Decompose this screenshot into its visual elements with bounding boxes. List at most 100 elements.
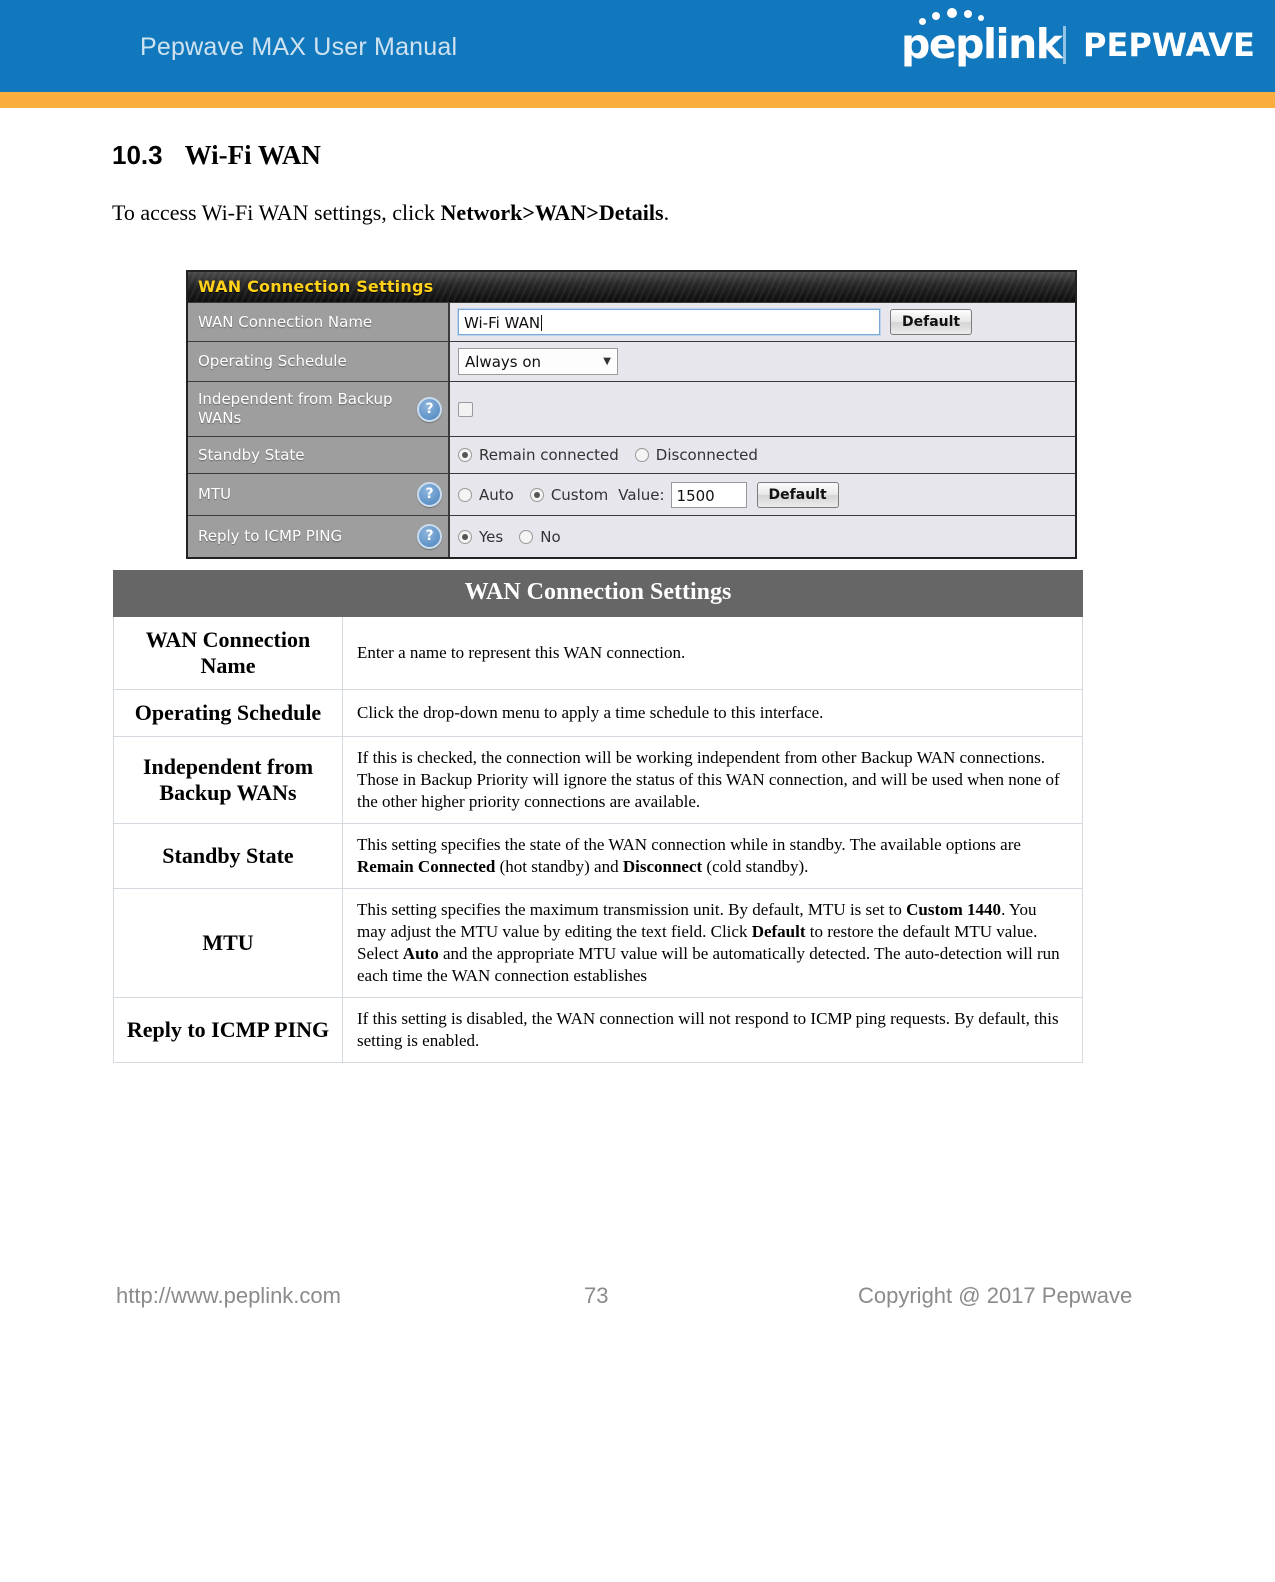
label-reply-to-icmp-ping: Reply to ICMP PING ? — [188, 516, 450, 557]
section-number: 10.3 — [112, 140, 163, 170]
reply-icmp-option-yes[interactable]: Yes — [458, 528, 503, 546]
mtu-option-auto[interactable]: Auto — [458, 486, 514, 504]
value-independent-from-backup-wans — [450, 382, 1075, 436]
desc-standby-state: This setting specifies the state of the … — [342, 823, 1083, 889]
term-mtu: MTU — [113, 888, 343, 998]
help-icon[interactable]: ? — [417, 482, 442, 507]
radio-icon[interactable] — [519, 529, 534, 544]
operating-schedule-selected-value: Always on — [465, 352, 542, 371]
desc-reply-to-icmp-ping: If this setting is disabled, the WAN con… — [342, 997, 1083, 1063]
table-header-row: WAN Connection Settings — [113, 570, 1083, 617]
standby-state-option-disconnected[interactable]: Disconnected — [634, 446, 758, 464]
intro-breadcrumb: Network>WAN>Details — [440, 200, 664, 225]
value-operating-schedule: Always on ▼ — [450, 342, 1075, 381]
term-reply-to-icmp-ping: Reply to ICMP PING — [113, 997, 343, 1063]
reply-icmp-radio-group: Yes No — [458, 528, 577, 546]
label-text: Operating Schedule — [198, 352, 347, 370]
mtu-default-button[interactable]: Default — [756, 481, 839, 508]
wan-connection-settings-panel: WAN Connection Settings WAN Connection N… — [186, 270, 1077, 559]
mtu-option-custom[interactable]: Custom — [529, 485, 609, 504]
value-mtu: Auto Custom Value: 1500 Default — [450, 474, 1075, 515]
row-mtu: MTU ? Auto Custom Value: 1500 Default — [188, 473, 1075, 515]
wan-connection-settings-doc-table: WAN Connection Settings WAN Connection N… — [113, 570, 1083, 1063]
logo-peplink-text: peplink — [901, 20, 1063, 68]
option-label: Auto — [479, 485, 514, 504]
option-label: Disconnected — [655, 446, 758, 464]
radio-icon[interactable] — [634, 448, 649, 462]
table-caption: WAN Connection Settings — [113, 570, 1083, 617]
label-text: Standby State — [198, 445, 305, 464]
desc-operating-schedule: Click the drop-down menu to apply a time… — [342, 689, 1083, 737]
mtu-value-input-value: 1500 — [676, 486, 715, 505]
reply-icmp-option-no[interactable]: No — [519, 527, 561, 546]
option-label: Yes — [479, 527, 504, 546]
term-wan-connection-name: WAN Connection Name — [113, 616, 343, 690]
row-wan-connection-name: WAN Connection Name Wi-Fi WAN Default — [188, 302, 1075, 341]
mtu-value-input[interactable]: 1500 — [670, 481, 747, 508]
label-text: Reply to ICMP PING — [198, 527, 343, 545]
page-title: 10.3 Wi-Fi WAN — [112, 140, 321, 171]
row-independent-from-backup-wans: Independent from Backup WANs ? — [188, 381, 1075, 436]
mtu-radio-group: Auto Custom Value: 1500 Default — [458, 481, 839, 508]
label-text: MTU — [198, 485, 232, 503]
footer-copyright: Copyright @ 2017 Pepwave — [858, 1283, 1133, 1308]
label-text: Independent from Backup WANs — [198, 390, 393, 427]
term-operating-schedule: Operating Schedule — [113, 689, 343, 737]
peplink-pepwave-logo: peplink PEPWAVE — [893, 8, 1255, 70]
logo-pepwave-text: PEPWAVE — [1083, 26, 1255, 64]
value-wan-connection-name: Wi-Fi WAN Default — [450, 303, 1075, 341]
standby-state-radio-group: Remain connected Disconnected — [458, 446, 774, 464]
wan-name-default-button[interactable]: Default — [890, 309, 973, 335]
wan-connection-name-input-value: Wi-Fi WAN — [464, 314, 541, 332]
footer-page-number: 73 — [584, 1283, 609, 1308]
radio-icon[interactable] — [458, 487, 472, 502]
row-standby-state: Standby State Remain connected Disconnec… — [188, 436, 1075, 473]
table-row: Independent from Backup WANs If this is … — [113, 736, 1083, 824]
header-accent-stripe — [0, 92, 1275, 108]
label-text: WAN Connection Name — [198, 312, 373, 331]
label-wan-connection-name: WAN Connection Name — [188, 303, 450, 341]
desc-wan-connection-name: Enter a name to represent this WAN conne… — [342, 616, 1083, 690]
table-row: MTU This setting specifies the maximum t… — [113, 888, 1083, 998]
section-title: Wi-Fi WAN — [184, 140, 321, 170]
label-operating-schedule: Operating Schedule — [188, 342, 450, 381]
row-reply-to-icmp-ping: Reply to ICMP PING ? Yes No — [188, 515, 1075, 557]
text-caret — [541, 315, 543, 331]
mtu-value-label: Value: — [618, 485, 665, 504]
table-row: WAN Connection Name Enter a name to repr… — [113, 616, 1083, 690]
desc-mtu: This setting specifies the maximum trans… — [342, 888, 1083, 998]
independent-from-backup-wans-checkbox[interactable] — [458, 401, 473, 417]
manual-title: Pepwave MAX User Manual — [140, 33, 458, 61]
value-reply-to-icmp-ping: Yes No — [450, 516, 1075, 557]
page-header-band: Pepwave MAX User Manual peplink PEPWAVE — [0, 0, 1275, 92]
option-label: Remain connected — [479, 446, 619, 464]
intro-suffix: . — [663, 200, 670, 225]
label-independent-from-backup-wans: Independent from Backup WANs ? — [188, 382, 450, 436]
term-independent-from-backup-wans: Independent from Backup WANs — [113, 736, 343, 824]
label-mtu: MTU ? — [188, 474, 450, 515]
radio-icon-selected[interactable] — [458, 448, 472, 462]
table-row: Standby State This setting specifies the… — [113, 823, 1083, 889]
value-standby-state: Remain connected Disconnected — [450, 437, 1075, 473]
table-row: Operating Schedule Click the drop-down m… — [113, 689, 1083, 737]
option-label: Custom — [550, 485, 609, 504]
radio-icon-selected[interactable] — [458, 529, 472, 544]
desc-independent-from-backup-wans: If this is checked, the connection will … — [342, 736, 1083, 824]
label-standby-state: Standby State — [188, 437, 450, 473]
operating-schedule-select[interactable]: Always on ▼ — [458, 348, 618, 375]
option-label: No — [540, 527, 561, 546]
term-standby-state: Standby State — [113, 823, 343, 889]
intro-prefix: To access Wi-Fi WAN settings, click — [112, 200, 441, 225]
wan-connection-name-input[interactable]: Wi-Fi WAN — [457, 308, 881, 336]
logo-divider — [1063, 26, 1066, 64]
radio-icon-selected[interactable] — [529, 487, 544, 502]
standby-state-option-remain-connected[interactable]: Remain connected — [458, 446, 619, 464]
page-footer: http://www.peplink.com 73 Copyright @ 20… — [0, 1283, 1275, 1319]
panel-title-bar: WAN Connection Settings — [188, 272, 1075, 302]
help-icon[interactable]: ? — [417, 396, 442, 422]
chevron-down-icon: ▼ — [603, 356, 611, 367]
table-row: Reply to ICMP PING If this setting is di… — [113, 997, 1083, 1063]
help-icon[interactable]: ? — [417, 524, 442, 549]
footer-url[interactable]: http://www.peplink.com — [116, 1283, 341, 1309]
intro-paragraph: To access Wi-Fi WAN settings, click Netw… — [112, 200, 669, 226]
